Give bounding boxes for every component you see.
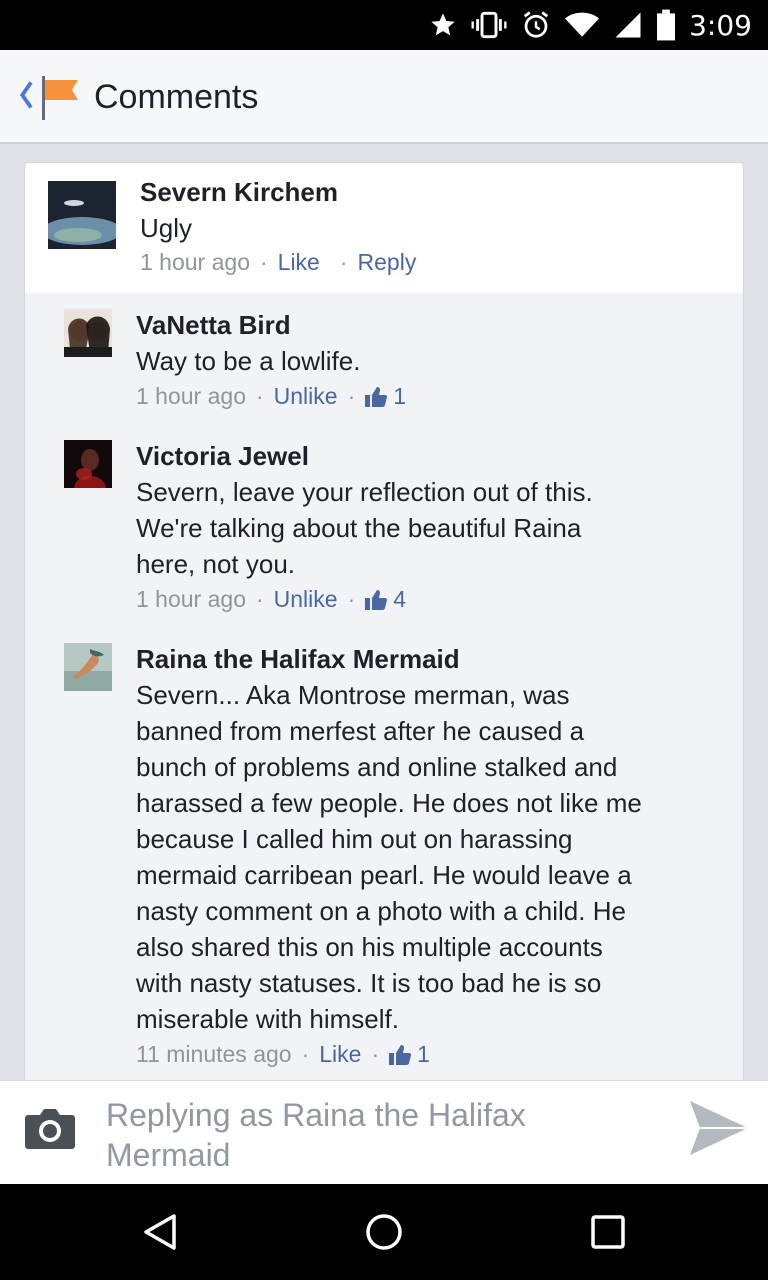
separator-dot: · [339, 249, 348, 275]
text-line: miserable with himself. [136, 1004, 399, 1034]
avatar[interactable] [64, 643, 112, 691]
reply-author[interactable]: Victoria Jewel [136, 441, 309, 472]
back-arrow-icon[interactable] [18, 80, 34, 110]
status-bar: 3:09 [0, 0, 768, 50]
avatar[interactable] [64, 309, 112, 357]
text-line: also shared this on his multiple account… [136, 932, 603, 962]
reply-meta: 1 hour ago · Unlike · 1 [136, 383, 406, 410]
back-nav-icon[interactable] [140, 1212, 180, 1252]
home-nav-icon[interactable] [364, 1212, 404, 1252]
reply-text: Severn, leave your reflection out of thi… [136, 474, 593, 582]
reply-input[interactable]: Replying as Raina the Halifax Mermaid [106, 1095, 626, 1175]
text-line: nasty comment on a photo with a child. H… [136, 896, 626, 926]
like-button[interactable]: Like [278, 249, 320, 276]
thumbs-up-icon [365, 589, 388, 610]
text-line: bunch of problems and online stalked and [136, 752, 618, 782]
separator-dot: · [259, 249, 268, 275]
alarm-icon [524, 11, 549, 38]
reply-author[interactable]: Raina the Halifax Mermaid [136, 644, 460, 675]
reply-text: Severn... Aka Montrose merman, was banne… [136, 677, 642, 1037]
unlike-button[interactable]: Unlike [274, 383, 338, 410]
comment-meta: 1 hour ago · Like · Reply [140, 249, 416, 276]
vibrate-icon [471, 11, 507, 39]
wifi-icon [565, 12, 600, 37]
like-count-value: 4 [393, 586, 407, 612]
recents-nav-icon[interactable] [590, 1212, 626, 1252]
reply-time: 11 minutes ago [136, 1041, 292, 1067]
reply-meta: 1 hour ago · Unlike · 4 [136, 586, 406, 613]
placeholder-line: Replying as Raina the Halifax [106, 1097, 526, 1133]
separator-dot: · [255, 586, 264, 612]
placeholder-line: Mermaid [106, 1137, 231, 1173]
comment-thread: Severn Kirchem Ugly 1 hour ago · Like · … [24, 162, 744, 1080]
app-bar: Comments [0, 50, 768, 144]
reply-text: Way to be a lowlife. [136, 343, 360, 379]
comment-time: 1 hour ago [140, 249, 250, 275]
parent-comment: Severn Kirchem Ugly 1 hour ago · Like · … [25, 163, 743, 293]
reply-button[interactable]: Reply [358, 249, 417, 276]
text-line: mermaid carribean pearl. He would leave … [136, 860, 632, 890]
reply-composer: Replying as Raina the Halifax Mermaid [0, 1080, 768, 1184]
text-line: Severn... Aka Montrose merman, was [136, 680, 570, 710]
comment-text: Ugly [140, 213, 193, 243]
reply-author[interactable]: VaNetta Bird [136, 310, 291, 341]
page-title: Comments [94, 78, 259, 116]
separator-dot: · [301, 1041, 310, 1067]
comment-author[interactable]: Severn Kirchem [140, 177, 338, 208]
like-count-value: 1 [417, 1041, 430, 1067]
thumbs-up-icon [365, 386, 388, 407]
like-count[interactable]: 1 [389, 1041, 430, 1068]
like-count[interactable]: 4 [365, 586, 406, 613]
like-count[interactable]: 1 [365, 383, 406, 410]
unlike-button[interactable]: Unlike [274, 586, 338, 613]
reply-meta: 11 minutes ago · Like · 1 [136, 1041, 430, 1068]
text-line: harassed a few people. He does not like … [136, 788, 642, 818]
separator-dot: · [255, 383, 264, 409]
text-line: because I called him out on harassing [136, 824, 573, 854]
text-line: We're talking about the beautiful Raina [136, 513, 582, 543]
reply-time: 1 hour ago [136, 383, 246, 409]
flag-icon[interactable] [40, 76, 80, 120]
send-icon[interactable] [688, 1099, 750, 1157]
text-line: here, not you. [136, 549, 295, 579]
like-count-value: 1 [393, 383, 407, 409]
star-icon [431, 13, 455, 36]
text-line: Way to be a lowlife. [136, 346, 361, 376]
text-line: with nasty statuses. It is too bad he is… [136, 968, 602, 998]
clock: 3:09 [689, 8, 752, 42]
signal-icon [615, 12, 641, 38]
avatar[interactable] [64, 440, 112, 488]
like-button[interactable]: Like [319, 1041, 361, 1068]
thumbs-up-icon [389, 1044, 412, 1065]
camera-icon[interactable] [24, 1107, 76, 1151]
avatar[interactable] [48, 181, 116, 249]
navigation-bar [0, 1184, 768, 1280]
reply-time: 1 hour ago [136, 586, 246, 612]
separator-dot: · [371, 1041, 380, 1067]
text-line: banned from merfest after he caused a [136, 716, 585, 746]
comments-list: Severn Kirchem Ugly 1 hour ago · Like · … [0, 146, 768, 1080]
battery-icon [657, 9, 676, 41]
text-line: Severn, leave your reflection out of thi… [136, 477, 593, 507]
separator-dot: · [347, 383, 356, 409]
separator-dot: · [347, 586, 356, 612]
